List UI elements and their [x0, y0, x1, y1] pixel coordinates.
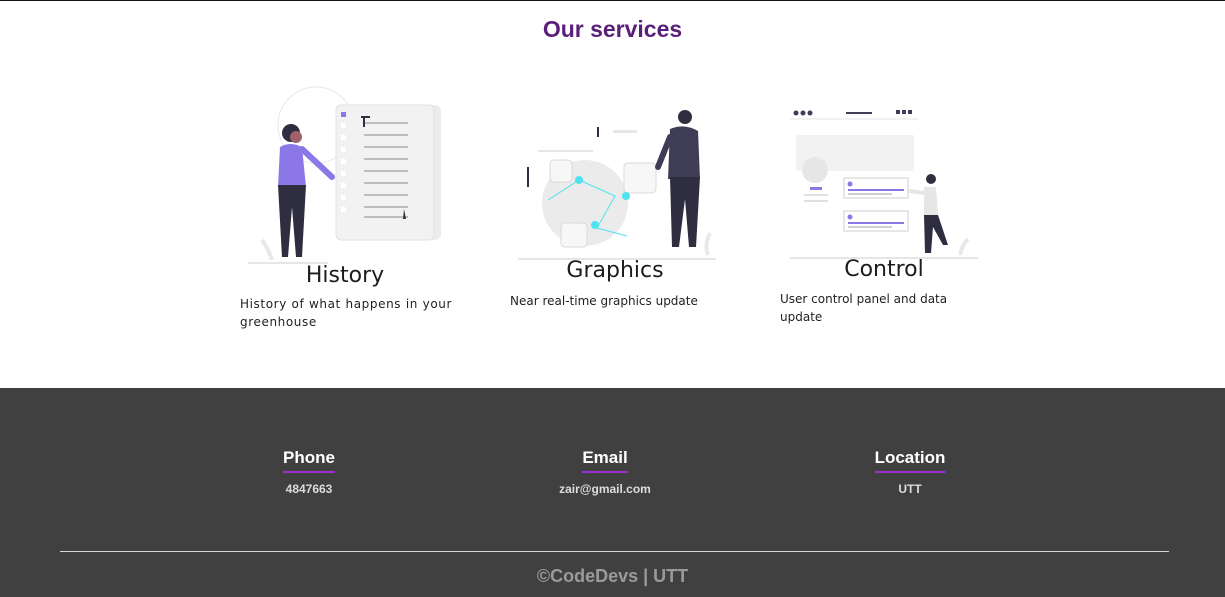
service-name: History: [305, 263, 385, 288]
email-address: zair@gmail.com: [559, 482, 651, 496]
services-title: Our services: [542, 16, 683, 42]
contact-location: Location UTT: [860, 448, 960, 496]
person-with-charts-illustration: [518, 110, 716, 260]
phone-number: 4847663: [285, 482, 333, 496]
service-description: Near real-time graphics update: [510, 294, 698, 308]
service-card-control: Control User control panel and data upda…: [778, 105, 993, 324]
person-with-control-panel-illustration: [790, 110, 978, 259]
footer: Phone 4847663 Email zair@gmail.com Locat…: [0, 388, 1225, 597]
person-with-document-illustration: [248, 86, 441, 264]
top-border: [0, 0, 1225, 1]
service-description: History of what happens in your greenhou…: [240, 297, 452, 329]
contact-title: Phone: [283, 448, 335, 473]
service-card-graphics: Graphics Near real-time graphics update: [508, 105, 723, 315]
contact-phone: Phone 4847663: [259, 448, 359, 496]
contact-title: Email: [582, 448, 628, 473]
service-name: Graphics: [566, 258, 664, 283]
service-description: User control panel and data update: [780, 292, 948, 324]
contact-title: Location: [874, 448, 946, 473]
location-value: UTT: [898, 482, 922, 496]
copyright-text: ©CodeDevs | UTT: [536, 566, 689, 586]
contact-email: Email zair@gmail.com: [540, 448, 670, 496]
service-card-history: History History of what happens in your …: [240, 85, 455, 335]
footer-divider: [60, 551, 1169, 552]
service-name: Control: [844, 257, 924, 282]
